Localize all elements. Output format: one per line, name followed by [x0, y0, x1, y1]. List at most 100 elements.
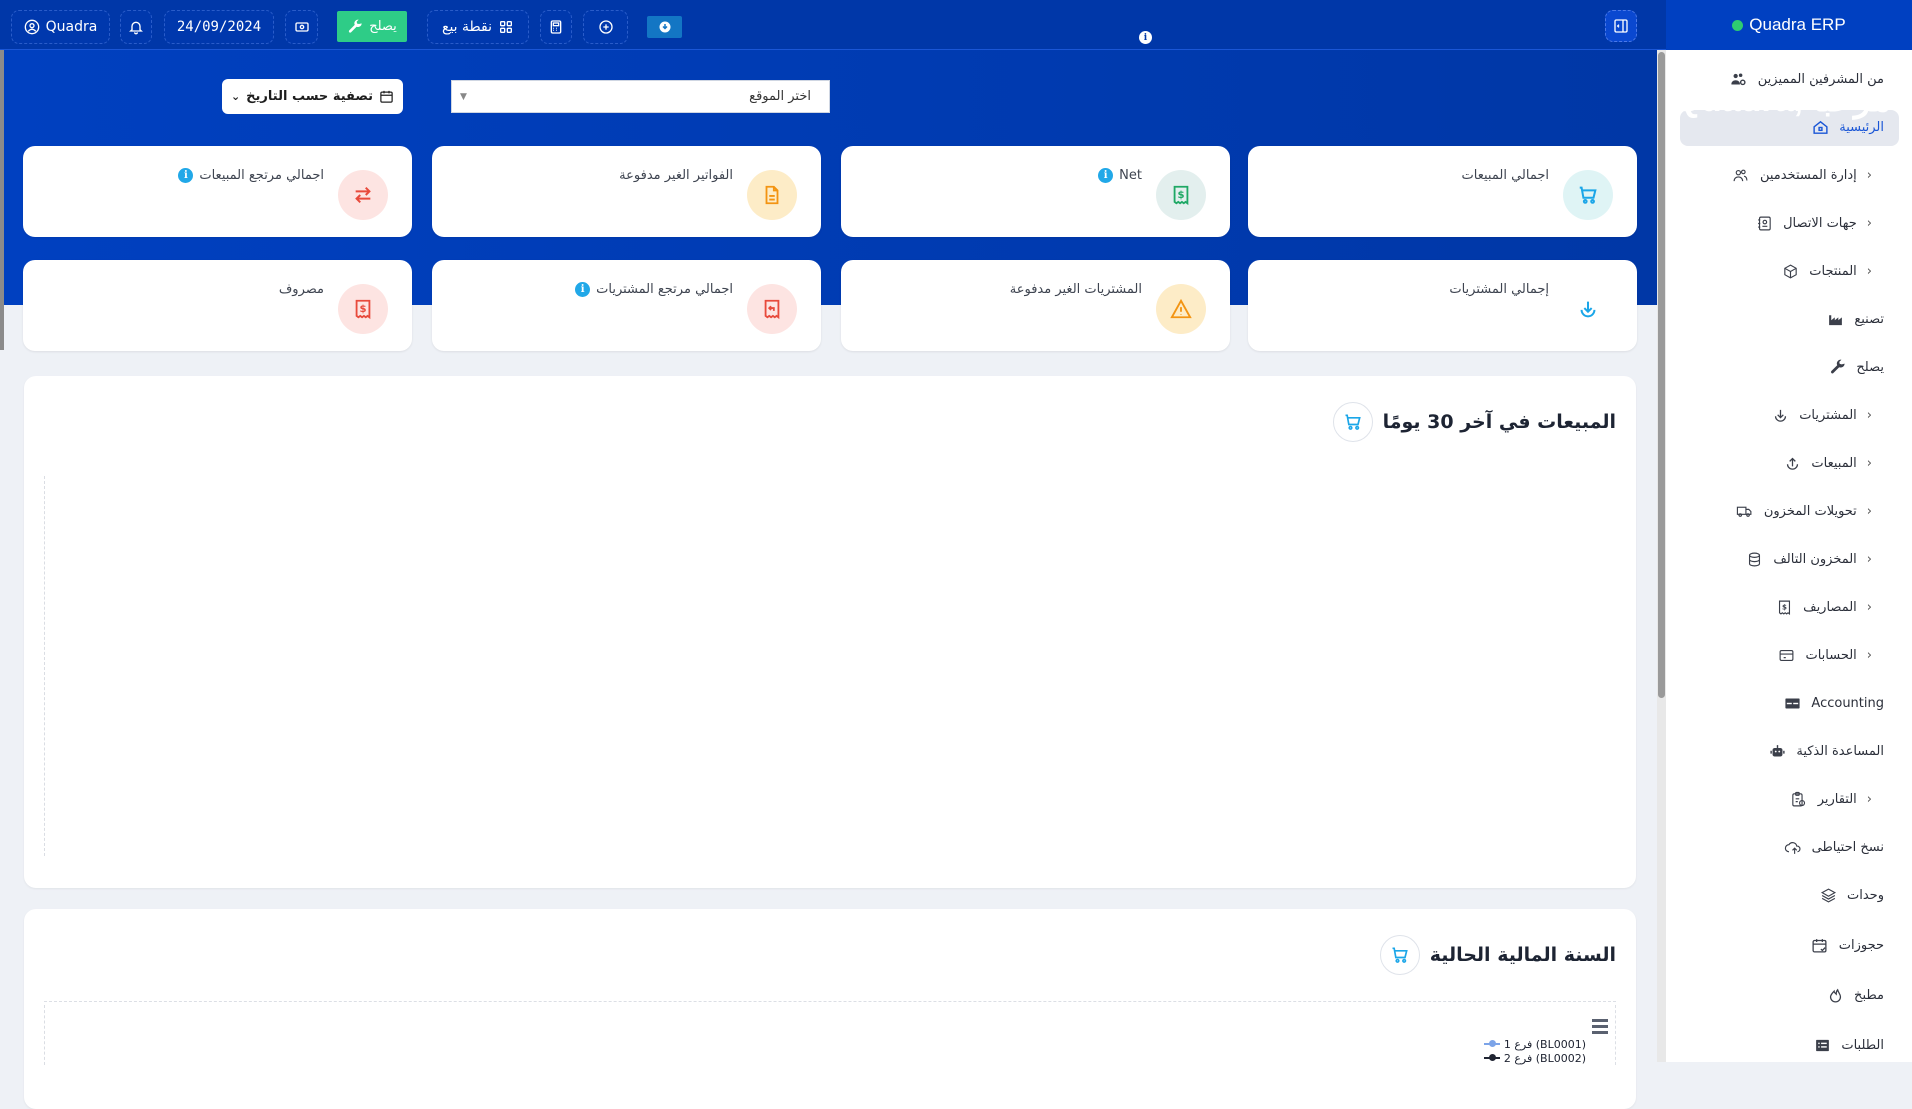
users-icon	[1732, 166, 1750, 184]
add-button[interactable]	[583, 10, 628, 44]
sidebar-item[interactable]: المبيعات ‹	[1783, 446, 1884, 480]
sidebar-item[interactable]: المشتريات ‹	[1771, 398, 1884, 432]
sidebar-item[interactable]: Accounting	[1783, 686, 1884, 720]
svg-text:$: $	[359, 304, 366, 315]
legend-label: فرع 1 (BL0001)	[1503, 1037, 1586, 1051]
stat-card-title: اجمالي المبيعات	[1461, 168, 1549, 183]
sidebar-item[interactable]: وحدات	[1819, 878, 1884, 912]
sidebar-item[interactable]: نسخ احتياطى	[1784, 830, 1884, 864]
sidebar-item[interactable]: تصنيع	[1826, 302, 1884, 336]
pos-button[interactable]: نقطة بيع	[427, 10, 529, 44]
stat-card[interactable]: الفواتير الغير مدفوعة	[432, 146, 821, 237]
repair-label: يصلح	[369, 19, 397, 34]
top-bar: Quadra 24/09/2024 يصلح نقطة بيع i	[0, 0, 1666, 50]
upload-circle-icon	[1783, 454, 1801, 472]
stat-card[interactable]: اجمالي مرتجع المشتريات i	[432, 260, 821, 351]
stat-card[interactable]: المشتريات الغير مدفوعة	[841, 260, 1230, 351]
chevron-icon: ‹	[1866, 215, 1872, 231]
sidebar-item[interactable]: جهات الاتصال ‹	[1755, 206, 1884, 240]
sidebar-item-label: تصنيع	[1854, 311, 1884, 327]
user-name: Quadra	[45, 19, 98, 35]
cloud-upload-icon	[1784, 838, 1802, 856]
card-icon	[1783, 694, 1801, 712]
filter-label: تصفية حسب التاريخ	[246, 89, 374, 104]
sidebar-item[interactable]: المنتجات ‹	[1781, 254, 1884, 288]
receipt-dollar-icon: $	[1775, 598, 1793, 616]
stat-card[interactable]: اجمالي المبيعات	[1248, 146, 1637, 237]
main-scrollbar[interactable]	[1657, 50, 1666, 1062]
sidebar-item[interactable]: إدارة المستخدمين ‹	[1732, 158, 1884, 192]
sidebar-item-label: الطلبات	[1841, 1037, 1884, 1053]
chevron-icon: ‹	[1866, 503, 1872, 519]
stat-card-title: Net	[1119, 168, 1142, 183]
sidebar-item-label: المساعدة الذكية	[1796, 743, 1884, 759]
sidebar-item[interactable]: الحسابات ‹	[1777, 638, 1884, 672]
stat-card[interactable]: إجمالي المشتريات	[1248, 260, 1637, 351]
info-icon[interactable]: i	[178, 168, 194, 183]
chevron-icon: ‹	[1866, 599, 1872, 615]
notifications-button[interactable]	[120, 10, 152, 44]
sidebar-item[interactable]: المخزون التالف ‹	[1745, 542, 1884, 576]
sidebar-item[interactable]: $ المصاريف ‹	[1775, 590, 1884, 624]
sidebar-toggle-button[interactable]	[1605, 10, 1637, 42]
date-filter-button[interactable]: تصفية حسب التاريخ ⌄	[222, 79, 403, 114]
sidebar-item[interactable]: المساعدة الذكية	[1768, 734, 1884, 768]
info-icon[interactable]: i	[575, 282, 591, 297]
sidebar-item-label: المصاريف	[1803, 599, 1857, 615]
legend-item[interactable]: فرع 1 (BL0001)	[1483, 1037, 1586, 1051]
info-icon[interactable]: i	[1098, 168, 1114, 183]
legend-item[interactable]: فرع 2 (BL0002)	[1483, 1051, 1586, 1065]
chevron-icon: ‹	[1866, 263, 1872, 279]
sidebar-item[interactable]: الطلبات	[1813, 1028, 1884, 1062]
receipt-dollar-icon: $	[338, 284, 388, 334]
sidebar-item[interactable]: يصلح	[1828, 350, 1884, 384]
sidebar-item[interactable]: تحويلات المخزون ‹	[1736, 494, 1884, 528]
stat-card-title: المشتريات الغير مدفوعة	[1009, 282, 1142, 297]
date-display[interactable]: 24/09/2024	[164, 10, 274, 44]
sidebar-item[interactable]: مطبخ	[1826, 978, 1884, 1012]
download-button[interactable]	[647, 16, 682, 38]
status-dot	[1732, 19, 1744, 31]
clipboard-clock-icon	[1790, 790, 1808, 808]
sidebar-brand[interactable]: Quadra ERP	[1666, 0, 1912, 50]
cash-register-button[interactable]	[285, 10, 318, 44]
date-text: 24/09/2024	[176, 19, 262, 35]
panel-title: السنة المالية الحالية	[1429, 944, 1616, 966]
scrollbar-thumb[interactable]	[1658, 52, 1665, 698]
sidebar-item[interactable]: التقارير ‹	[1790, 782, 1884, 816]
calendar-icon	[380, 90, 393, 103]
receipt-return-icon	[747, 284, 797, 334]
home-icon	[1811, 118, 1829, 136]
sidebar-collapse-icon	[1614, 19, 1628, 33]
stat-card[interactable]: $ Net i	[841, 146, 1230, 237]
repair-button[interactable]: يصلح	[337, 11, 407, 42]
robot-icon	[1768, 742, 1786, 760]
chart-menu-icon[interactable]	[1592, 1019, 1608, 1034]
stat-card-label: اجمالي مرتجع المشتريات i	[575, 282, 733, 297]
legend-label: فرع 2 (BL0002)	[1503, 1051, 1586, 1065]
sidebar-item-label: الرئيسية	[1839, 119, 1884, 135]
money-icon	[294, 22, 309, 32]
user-menu-button[interactable]: Quadra	[11, 10, 110, 44]
stat-card[interactable]: $ مصروف	[23, 260, 412, 351]
welcome-title: Quadra, مرحبا	[1674, 81, 1891, 119]
sidebar-item-label: Accounting	[1811, 695, 1884, 711]
cart-icon	[1563, 170, 1613, 220]
warning-icon	[1156, 284, 1206, 334]
stat-card-label: المشتريات الغير مدفوعة	[1010, 282, 1142, 297]
calendar-check-icon	[1811, 936, 1829, 954]
stat-card-label: إجمالي المشتريات	[1449, 282, 1549, 297]
sidebar: Quadra ERP من المشرفين المميزين الرئيسية إ…	[1666, 0, 1912, 1062]
sidebar-item-label: الحسابات	[1805, 647, 1857, 663]
chevron-down-icon: ⌄	[230, 90, 241, 103]
sidebar-item-label: يصلح	[1856, 359, 1884, 375]
cart-icon	[1332, 402, 1373, 442]
location-select[interactable]: ▼ اختر الموقع	[451, 80, 830, 113]
box-icon	[1781, 262, 1799, 280]
stat-card[interactable]: اجمالي مرتجع المبيعات i	[23, 146, 412, 237]
sidebar-item[interactable]: حجوزات	[1811, 928, 1884, 962]
calculator-button[interactable]	[540, 10, 572, 44]
stat-card-title: الفواتير الغير مدفوعة	[619, 168, 733, 183]
info-icon[interactable]: i	[1139, 31, 1152, 44]
sidebar-item-label: مطبخ	[1854, 987, 1884, 1003]
